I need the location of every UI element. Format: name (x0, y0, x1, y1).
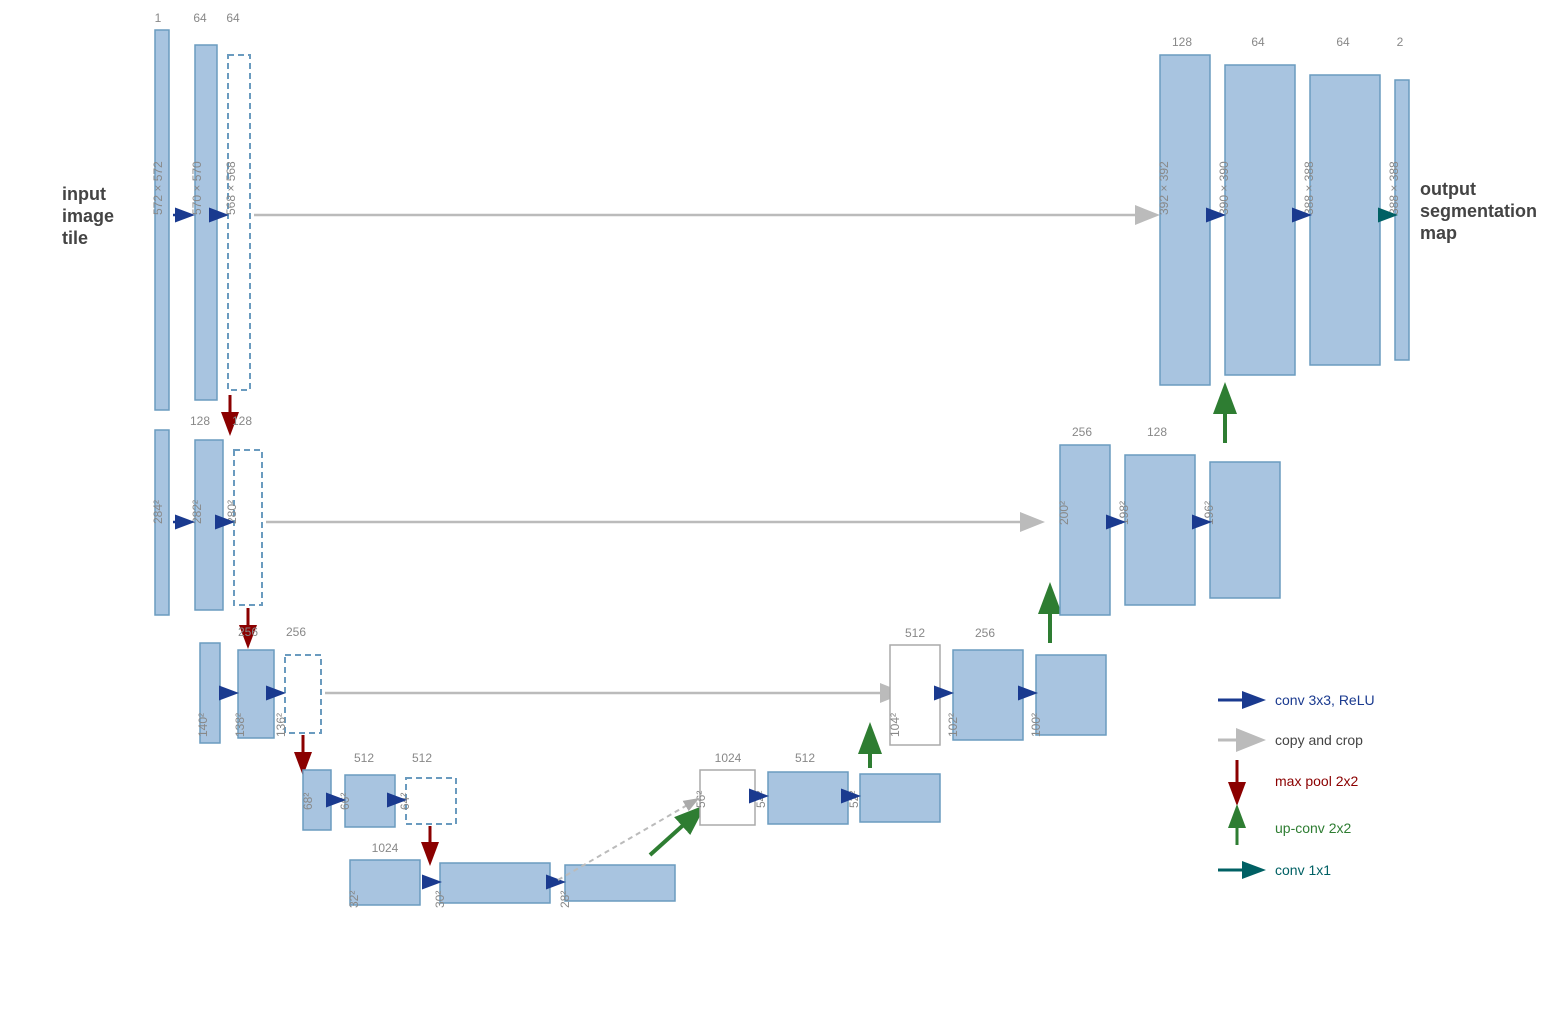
fmap-1-2 (195, 45, 217, 400)
dim-54: 54² (754, 791, 768, 808)
lbl-128-2: 128 (232, 414, 252, 428)
lbl-64-dec1-1: 64 (1251, 35, 1265, 49)
legend-conv-1x1: conv 1x1 (1275, 862, 1331, 878)
lbl-1024-bot: 1024 (372, 841, 399, 855)
dim-66: 66² (338, 793, 352, 810)
fmap-dec2-2 (1125, 455, 1195, 605)
fmap-dec2-3 (1210, 462, 1280, 598)
lbl-256-dec3: 256 (975, 626, 995, 640)
unet-diagram: 1 64 64 572 × 572 570 × 570 568 × 568 12… (0, 0, 1555, 1036)
fmap-dec4-2 (860, 774, 940, 822)
dim-52: 52² (847, 791, 861, 808)
lbl-2-dec1: 2 (1397, 35, 1404, 49)
dim-388-1: 388 × 388 (1302, 161, 1316, 215)
dim-138: 138² (233, 713, 247, 737)
lbl-512-dec3: 512 (905, 626, 925, 640)
dim-30: 30² (433, 891, 447, 908)
dim-284: 284² (151, 500, 165, 524)
lbl-1: 1 (155, 11, 162, 25)
dim-140: 140² (196, 713, 210, 737)
lbl-512-1: 512 (354, 751, 374, 765)
lbl-128-dec1: 128 (1172, 35, 1192, 49)
input-label: input (62, 184, 106, 204)
dim-104: 104² (888, 713, 902, 737)
fmap-dec4-1 (768, 772, 848, 824)
fmap-dec2-1 (1060, 445, 1110, 615)
fmap-4-3 (406, 778, 456, 824)
fmap-1-1 (155, 30, 169, 410)
dim-390: 390 × 390 (1217, 161, 1231, 215)
dim-56: 56² (694, 791, 708, 808)
lbl-64-1: 64 (193, 11, 207, 25)
fmap-bot-3 (565, 865, 675, 901)
fmap-dec1-4 (1395, 80, 1409, 360)
input-label-3: tile (62, 228, 88, 248)
input-label-2: image (62, 206, 114, 226)
lbl-128-1: 128 (190, 414, 210, 428)
fmap-2-2 (195, 440, 223, 610)
dim-200: 200² (1057, 501, 1071, 525)
output-label-2: segmentation (1420, 201, 1537, 221)
lbl-64-2: 64 (226, 11, 240, 25)
lbl-256-dec2: 256 (1072, 425, 1092, 439)
output-label-3: map (1420, 223, 1457, 243)
dim-280: 280² (225, 500, 239, 524)
fmap-dec1-1 (1160, 55, 1210, 385)
dim-282: 282² (190, 500, 204, 524)
legend-max-pool: max pool 2x2 (1275, 773, 1358, 789)
lbl-512-2: 512 (412, 751, 432, 765)
fmap-dec1-3 (1310, 75, 1380, 365)
dim-100: 100² (1029, 713, 1043, 737)
lbl-256-1: 256 (238, 625, 258, 639)
dim-64: 64² (398, 793, 412, 810)
lbl-64-dec1-2: 64 (1336, 35, 1350, 49)
lbl-128-dec2: 128 (1147, 425, 1167, 439)
fmap-4-2 (345, 775, 395, 827)
dim-68: 68² (301, 793, 315, 810)
lbl-1024-dec4: 1024 (715, 751, 742, 765)
fmap-3-3 (285, 655, 321, 733)
dim-392: 392 × 392 (1157, 161, 1171, 215)
dim-568: 568 × 568 (224, 161, 238, 215)
dim-572: 572 × 572 (151, 161, 165, 215)
legend-up-conv: up-conv 2x2 (1275, 820, 1351, 836)
fmap-2-3 (234, 450, 262, 605)
dim-102: 102² (946, 713, 960, 737)
dim-32: 32² (347, 891, 361, 908)
fmap-dec4-white (700, 770, 755, 825)
output-label: output (1420, 179, 1476, 199)
fmap-bot-2 (440, 863, 550, 903)
dim-136: 136² (274, 713, 288, 737)
fmap-dec3-2 (1036, 655, 1106, 735)
lbl-512-dec4: 512 (795, 751, 815, 765)
lbl-256-2: 256 (286, 625, 306, 639)
fmap-1-3 (228, 55, 250, 390)
dim-570: 570 × 570 (190, 161, 204, 215)
legend-copy-crop: copy and crop (1275, 732, 1363, 748)
legend-conv-relu: conv 3x3, ReLU (1275, 692, 1375, 708)
dim-28: 28² (558, 891, 572, 908)
fmap-dec3-1 (953, 650, 1023, 740)
dim-388-2: 388 × 388 (1387, 161, 1401, 215)
fmap-dec1-2 (1225, 65, 1295, 375)
